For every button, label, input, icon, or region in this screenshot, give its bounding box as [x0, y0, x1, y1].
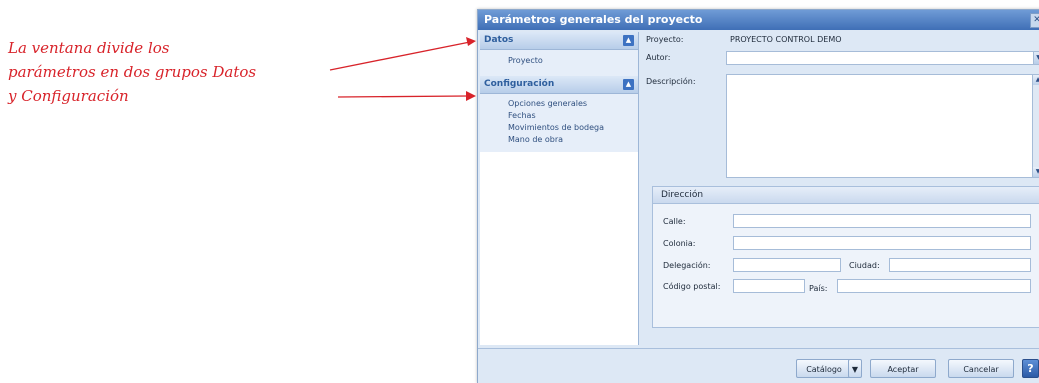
- nav-item-mano-de-obra[interactable]: Mano de obra: [508, 134, 638, 146]
- annotation-line-2: parámetros en dos grupos Datos: [8, 63, 257, 81]
- arrow-head-configuracion: [466, 91, 476, 101]
- codigo-postal-label: Código postal:: [663, 282, 721, 291]
- help-icon: ?: [1027, 362, 1034, 375]
- nav-item-opciones-generales[interactable]: Opciones generales: [508, 98, 638, 110]
- chevron-down-icon: ▼: [851, 365, 859, 374]
- direccion-title: Dirección: [653, 187, 1039, 204]
- form-pane: Proyecto: PROYECTO CONTROL DEMO Autor: ▼…: [640, 32, 1039, 345]
- catalogo-button[interactable]: Catálogo: [796, 359, 852, 378]
- aceptar-button[interactable]: Aceptar: [870, 359, 936, 378]
- colonia-input[interactable]: [733, 236, 1031, 250]
- codigo-postal-input[interactable]: [733, 279, 805, 293]
- pais-label: País:: [809, 284, 828, 293]
- delegacion-label: Delegación:: [663, 261, 711, 270]
- nav-group-configuracion: Configuración ▲ Opciones generales Fecha…: [480, 76, 638, 152]
- close-icon[interactable]: ✕: [1030, 13, 1039, 28]
- annotation-line-1: La ventana divide los: [8, 39, 170, 57]
- dialog-title: Parámetros generales del proyecto: [484, 13, 703, 26]
- dialog-titlebar[interactable]: Parámetros generales del proyecto: [478, 10, 1039, 30]
- navigation-pane: Datos ▲ Proyecto Configuración ▲ Opcione…: [480, 32, 639, 345]
- descripcion-label: Descripción:: [646, 77, 696, 86]
- nav-group-configuracion-header[interactable]: Configuración ▲: [480, 76, 638, 94]
- proyecto-label: Proyecto:: [646, 35, 684, 44]
- proyecto-value: PROYECTO CONTROL DEMO: [730, 35, 842, 44]
- collapse-icon[interactable]: ▲: [623, 79, 634, 90]
- annotation-text: La ventana divide los parámetros en dos …: [8, 36, 256, 108]
- catalogo-dropdown-button[interactable]: ▼: [848, 359, 862, 378]
- calle-input[interactable]: [733, 214, 1031, 228]
- autor-select[interactable]: ▼: [726, 51, 1039, 65]
- nav-item-fechas[interactable]: Fechas: [508, 110, 638, 122]
- nav-group-configuracion-body: Opciones generales Fechas Movimientos de…: [480, 94, 638, 152]
- nav-item-proyecto[interactable]: Proyecto: [508, 55, 638, 67]
- cancelar-button[interactable]: Cancelar: [948, 359, 1014, 378]
- nav-group-datos-body: Proyecto: [480, 50, 638, 76]
- help-button[interactable]: ?: [1022, 359, 1039, 378]
- direccion-fieldset: Dirección Calle: Colonia: Delegación: Ci…: [652, 186, 1039, 328]
- nav-item-movimientos-de-bodega[interactable]: Movimientos de bodega: [508, 122, 638, 134]
- arrow-to-datos: [329, 41, 471, 71]
- descripcion-scrollbar[interactable]: ▲ ▼: [1032, 75, 1039, 177]
- arrow-head-datos: [466, 37, 476, 46]
- project-parameters-dialog: Parámetros generales del proyecto ✕ Dato…: [477, 9, 1039, 383]
- chevron-down-icon[interactable]: ▼: [1033, 52, 1039, 64]
- ciudad-label: Ciudad:: [849, 261, 880, 270]
- descripcion-textarea[interactable]: ▲ ▼: [726, 74, 1039, 178]
- autor-label: Autor:: [646, 53, 671, 62]
- catalogo-label: Catálogo: [806, 365, 842, 374]
- delegacion-input[interactable]: [733, 258, 841, 272]
- nav-group-datos-header[interactable]: Datos ▲: [480, 32, 638, 50]
- arrow-to-configuracion: [337, 95, 469, 98]
- nav-group-datos-title: Datos: [484, 35, 514, 45]
- collapse-icon[interactable]: ▲: [623, 35, 634, 46]
- nav-group-configuracion-title: Configuración: [484, 79, 555, 89]
- ciudad-input[interactable]: [889, 258, 1031, 272]
- dialog-footer: Catálogo ▼ Aceptar Cancelar ?: [478, 348, 1039, 383]
- nav-group-datos: Datos ▲ Proyecto: [480, 32, 638, 76]
- pais-input[interactable]: [837, 279, 1031, 293]
- calle-label: Calle:: [663, 217, 686, 226]
- annotation-line-3: y Configuración: [8, 87, 129, 105]
- scroll-up-icon[interactable]: ▲: [1033, 75, 1039, 85]
- cancelar-label: Cancelar: [963, 365, 999, 374]
- scroll-down-icon[interactable]: ▼: [1033, 167, 1039, 177]
- colonia-label: Colonia:: [663, 239, 696, 248]
- aceptar-label: Aceptar: [887, 365, 919, 374]
